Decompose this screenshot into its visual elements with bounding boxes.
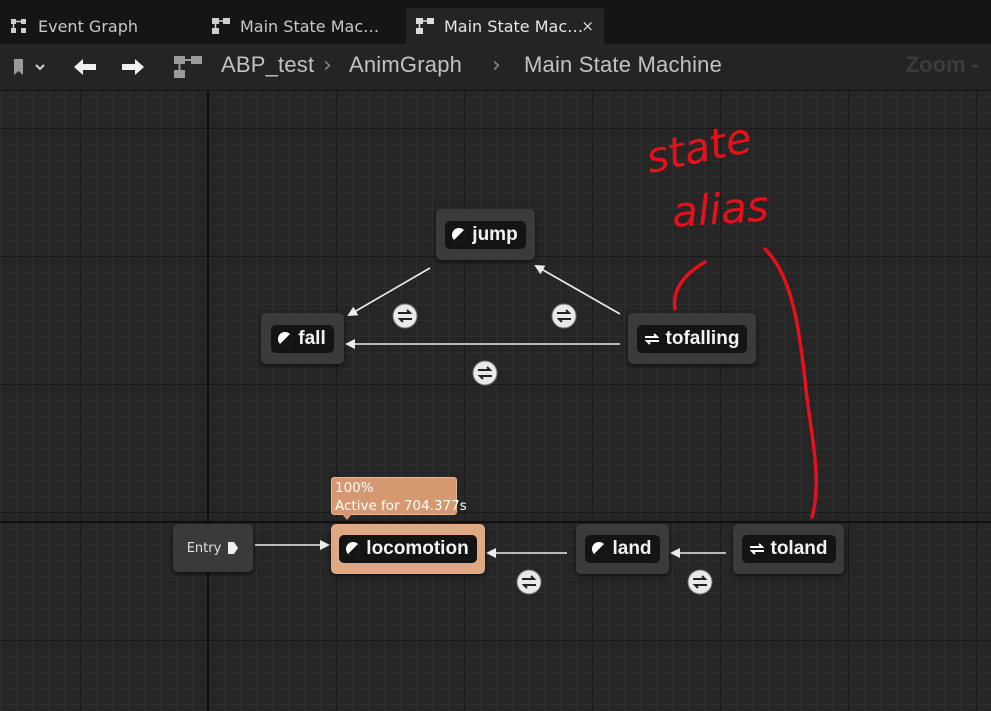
annotation-text-state: state (642, 113, 756, 183)
transition-rule-icon[interactable] (516, 569, 542, 595)
state-node-fall[interactable]: fall (261, 313, 344, 364)
annotation-text-alias: alias (670, 181, 770, 237)
annotation-line-toland (763, 247, 818, 519)
transition-rule-icon[interactable] (551, 303, 577, 329)
active-state-tooltip: 100% Active for 704.377s (331, 477, 467, 520)
transition-arrows-icon (643, 331, 661, 347)
state-icon (591, 541, 607, 557)
tooltip-pointer (342, 514, 352, 520)
transition-arrows-icon (748, 541, 766, 557)
state-label: land (612, 538, 652, 559)
state-label: tofalling (665, 327, 740, 349)
entry-arrow-icon (228, 542, 239, 554)
state-label: locomotion (366, 538, 469, 559)
state-label: toland (770, 538, 828, 559)
state-alias-node-tofalling[interactable]: tofalling (628, 313, 756, 364)
state-node-jump[interactable]: jump (436, 209, 535, 260)
transition-rule-icon[interactable] (392, 303, 418, 329)
transition-wire-tofalling-jump (534, 265, 621, 315)
state-icon (277, 331, 293, 347)
entry-node[interactable]: Entry (173, 524, 253, 572)
state-icon (451, 227, 467, 243)
tooltip-percent: 100% (335, 480, 374, 496)
entry-label: Entry (186, 540, 222, 556)
state-node-locomotion[interactable]: locomotion (331, 524, 485, 574)
state-node-land[interactable]: land (576, 524, 669, 574)
transition-rule-icon[interactable] (687, 569, 713, 595)
state-label: fall (298, 327, 326, 349)
state-alias-node-toland[interactable]: toland (733, 524, 844, 574)
tooltip-active-time: Active for 704.377s (335, 498, 467, 514)
annotation-line-tofalling (672, 260, 707, 311)
state-icon (345, 541, 361, 557)
graph-overlay: state alias (0, 91, 991, 711)
annotation-strokes (672, 247, 818, 519)
transition-rule-icon[interactable] (472, 360, 498, 386)
state-label: jump (472, 223, 518, 245)
